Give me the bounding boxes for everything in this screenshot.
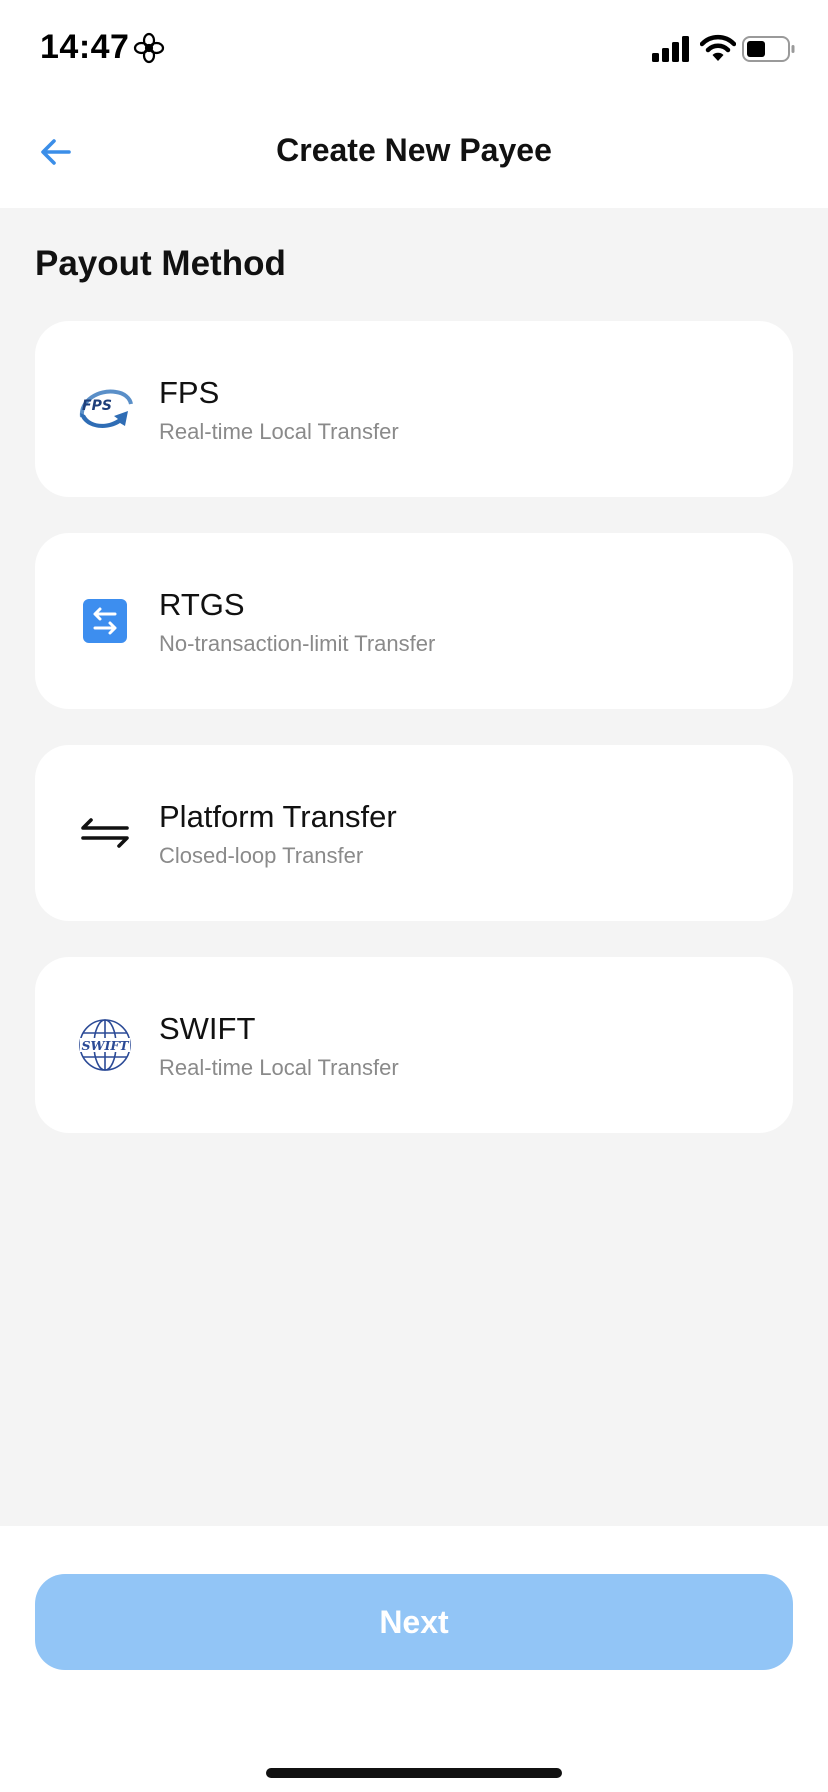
method-name: Platform Transfer [159,799,397,834]
payout-method-swift[interactable]: SWIFT SWIFT Real-time Local Transfer [35,957,793,1133]
swift-logo-text: SWIFT [81,1038,130,1053]
footer: Next [0,1526,828,1792]
section-title: Payout Method [35,244,286,283]
transfer-arrows-icon [65,793,145,873]
method-name: FPS [159,375,220,410]
status-bar: 14:47 [0,0,828,100]
method-name: RTGS [159,587,245,622]
method-description: No-transaction-limit Transfer [159,631,436,656]
swap-arrows-icon [65,581,145,661]
payout-method-platform-transfer[interactable]: Platform Transfer Closed-loop Transfer [35,745,793,921]
status-time: 14:47 [40,28,130,66]
fps-logo-icon: FPS [65,369,145,449]
payout-method-rtgs[interactable]: RTGS No-transaction-limit Transfer [35,533,793,709]
method-description: Closed-loop Transfer [159,843,364,868]
fps-logo-text: FPS [82,398,112,414]
payout-method-list: FPS FPS Real-time Local Transfer RTGS No… [35,321,793,1169]
page-title: Create New Payee [276,132,552,168]
method-description: Real-time Local Transfer [159,1055,399,1080]
cellular-signal-icon [652,36,689,62]
battery-icon [742,36,795,62]
payout-method-fps[interactable]: FPS FPS Real-time Local Transfer [35,321,793,497]
nav-bar: Create New Payee [0,100,828,208]
method-description: Real-time Local Transfer [159,419,399,444]
next-button[interactable]: Next [35,1574,793,1670]
flower-icon [133,32,165,64]
home-indicator [266,1768,562,1778]
swift-globe-icon: SWIFT [65,1005,145,1085]
main-content: Payout Method FPS FPS Real-time Local Tr… [0,208,828,1526]
wifi-icon [700,34,736,61]
method-name: SWIFT [159,1011,256,1046]
